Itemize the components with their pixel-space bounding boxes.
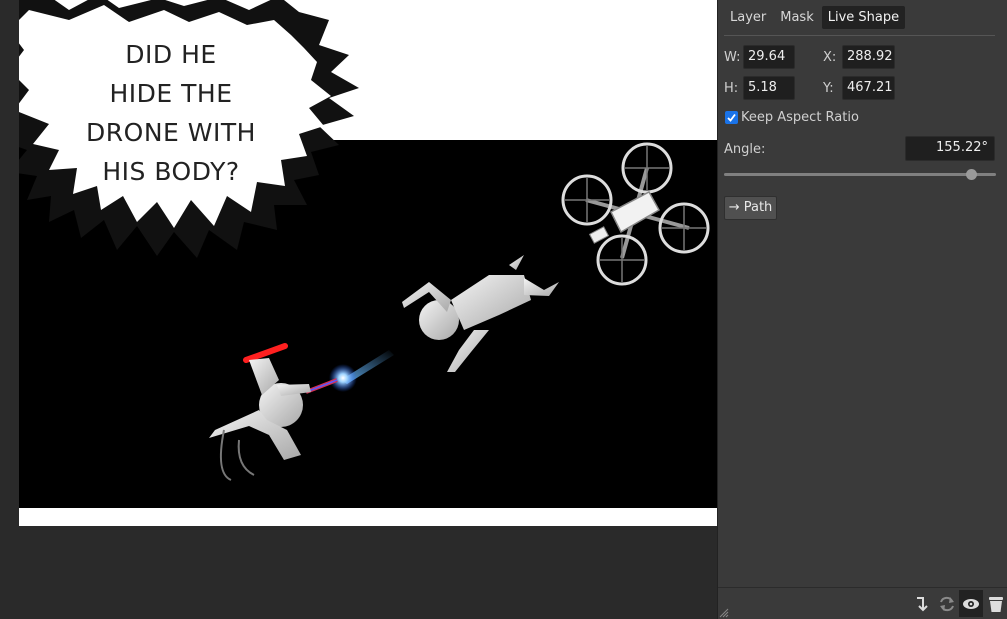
refresh-icon[interactable]: [937, 594, 957, 614]
checkmark-icon: [727, 113, 736, 122]
angle-slider-track[interactable]: [724, 173, 996, 176]
bubble-line-3: DRONE WITH: [86, 118, 256, 147]
document-canvas[interactable]: DID HE HIDE THE DRONE WITH HIS BODY?: [19, 0, 717, 526]
tabs-divider: [724, 35, 995, 36]
angle-slider-thumb[interactable]: [966, 169, 978, 180]
bubble-line-2: HIDE THE: [109, 79, 232, 108]
convert-to-path-button[interactable]: → Path: [724, 196, 777, 220]
angle-label: Angle:: [724, 142, 766, 157]
properties-panel: Layer Mask Live Shape W: 29.64 X: 288.92…: [717, 0, 1007, 619]
panel-bottom-toolbar: [718, 587, 1007, 619]
visibility-eye-icon: [963, 599, 979, 609]
y-label: Y:: [823, 81, 834, 96]
resize-grip-icon[interactable]: [719, 608, 729, 618]
x-label: X:: [823, 50, 837, 65]
height-field[interactable]: 5.18: [743, 76, 795, 100]
merge-down-icon[interactable]: [913, 594, 933, 614]
visibility-toggle[interactable]: [959, 590, 983, 617]
tab-live-shape[interactable]: Live Shape: [821, 6, 906, 29]
angle-field[interactable]: 155.22°: [905, 136, 995, 161]
bubble-line-1: DID HE: [125, 40, 216, 69]
width-field[interactable]: 29.64: [743, 45, 795, 69]
keep-aspect-label[interactable]: Keep Aspect Ratio: [741, 110, 859, 125]
canvas-workspace[interactable]: DID HE HIDE THE DRONE WITH HIS BODY?: [0, 0, 717, 619]
bubble-line-4: HIS BODY?: [102, 157, 239, 186]
height-label: H:: [724, 81, 739, 96]
trash-icon[interactable]: [986, 594, 1006, 614]
panel-tabs: Layer Mask Live Shape: [724, 6, 906, 29]
tab-layer[interactable]: Layer: [724, 6, 772, 29]
y-position-field[interactable]: 467.21: [842, 76, 895, 100]
tab-mask[interactable]: Mask: [774, 6, 819, 29]
comic-panel-artwork: DID HE HIDE THE DRONE WITH HIS BODY?: [19, 0, 717, 508]
keep-aspect-checkbox[interactable]: [725, 111, 738, 124]
x-position-field[interactable]: 288.92: [842, 45, 895, 69]
width-label: W:: [724, 50, 741, 65]
muzzle-glow: [329, 364, 357, 392]
